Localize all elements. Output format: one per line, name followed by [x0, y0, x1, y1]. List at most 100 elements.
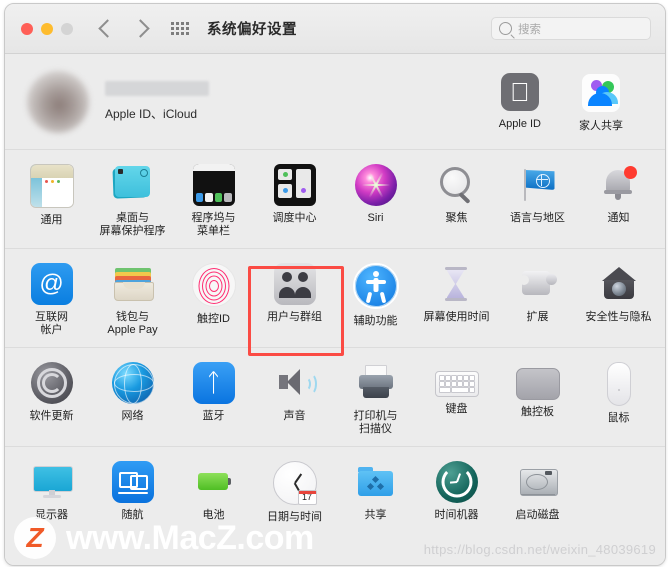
extensions-icon — [517, 263, 559, 305]
pane-wallet-applepay[interactable]: 钱包与 Apple Pay — [92, 261, 173, 337]
mission-control-icon — [273, 164, 316, 206]
users-groups-icon — [273, 263, 316, 305]
pane-date-time[interactable]: 17 日期与时间 — [254, 459, 335, 524]
zoom-button[interactable] — [61, 22, 73, 35]
search-field[interactable]: 搜索 — [491, 17, 651, 40]
time-machine-icon — [435, 461, 478, 503]
section-accounts: @ 互联网 帐户 钱包与 Apple Pay 触控ID 用户与群组 辅助功能 屏… — [5, 249, 665, 348]
pane-label: 显示器 — [35, 509, 68, 521]
pane-label: 时间机器 — [434, 509, 479, 521]
pane-dock-menubar[interactable]: 程序坞与 菜单栏 — [173, 162, 254, 238]
pane-screen-time[interactable]: 屏幕使用时间 — [416, 261, 497, 337]
keyboard-icon — [434, 371, 479, 397]
pane-internet-accounts[interactable]: @ 互联网 帐户 — [11, 261, 92, 337]
pane-mouse[interactable]: 鼠标 — [578, 360, 659, 436]
trackpad-icon — [515, 368, 560, 400]
page-title: 系统偏好设置 — [207, 22, 297, 38]
pane-keyboard[interactable]: 键盘 — [416, 360, 497, 436]
pane-desktop-screensaver[interactable]: 桌面与 屏幕保护程序 — [92, 162, 173, 238]
siri-icon — [354, 164, 397, 206]
pane-label: 声音 — [283, 410, 306, 422]
battery-icon — [193, 461, 235, 503]
pane-language-region[interactable]: 语言与地区 — [497, 162, 578, 238]
pane-family-sharing[interactable]: 家人共享 — [579, 71, 623, 133]
pane-label: 扩展 — [526, 311, 549, 323]
calendar-date: 17 — [297, 490, 317, 505]
section-hardware: 软件更新 网络 ᛏ 蓝牙 声音 打印机与 扫描仪 键盘 触控板 鼠标 — [5, 348, 665, 447]
pane-empty-slot — [578, 459, 659, 524]
pane-label: 屏幕使用时间 — [423, 311, 490, 323]
security-privacy-icon — [598, 263, 640, 305]
pane-accessibility[interactable]: 辅助功能 — [335, 261, 416, 337]
pane-label: 随航 — [121, 509, 144, 521]
pane-label: 键盘 — [445, 403, 468, 415]
pane-label: 桌面与 屏幕保护程序 — [99, 212, 166, 237]
pane-extensions[interactable]: 扩展 — [497, 261, 578, 337]
notifications-icon — [598, 164, 640, 206]
pane-label: 互联网 帐户 — [35, 311, 68, 336]
software-update-icon — [30, 362, 73, 404]
screenshot-root: 系统偏好设置 搜索 Apple ID、iCloud  Apple ID — [0, 0, 668, 567]
pane-label: 钱包与 Apple Pay — [107, 311, 158, 336]
desktop-screensaver-icon — [111, 164, 154, 206]
pane-label: 家人共享 — [579, 119, 623, 132]
mouse-icon — [606, 362, 631, 406]
pane-general[interactable]: 通用 — [11, 162, 92, 238]
window-titlebar: 系统偏好设置 搜索 — [5, 4, 665, 54]
apple-id-banner[interactable]: Apple ID、iCloud  Apple ID 家人共享 — [5, 54, 665, 150]
pane-trackpad[interactable]: 触控板 — [497, 360, 578, 436]
pane-siri[interactable]: Siri — [335, 162, 416, 238]
pane-sound[interactable]: 声音 — [254, 360, 335, 436]
pane-label: 调度中心 — [272, 212, 317, 224]
pane-bluetooth[interactable]: ᛏ 蓝牙 — [173, 360, 254, 436]
pane-startup-disk[interactable]: 启动磁盘 — [497, 459, 578, 524]
pane-label: 网络 — [121, 410, 144, 422]
pane-touch-id[interactable]: 触控ID — [173, 261, 254, 337]
pane-label: 辅助功能 — [353, 315, 398, 327]
close-button[interactable] — [21, 22, 33, 35]
pane-label: 通用 — [40, 214, 63, 226]
family-sharing-icon — [581, 72, 621, 113]
language-region-icon — [517, 164, 559, 206]
search-icon — [499, 22, 512, 35]
pane-grid: 软件更新 网络 ᛏ 蓝牙 声音 打印机与 扫描仪 键盘 触控板 鼠标 — [5, 360, 665, 436]
show-all-grid-icon[interactable] — [171, 22, 189, 35]
account-tile-group:  Apple ID 家人共享 — [499, 71, 665, 133]
accessibility-icon — [352, 263, 399, 309]
screen-time-icon — [436, 263, 478, 305]
touch-id-icon — [191, 263, 236, 307]
dock-menubar-icon — [192, 164, 235, 206]
search-placeholder: 搜索 — [518, 23, 541, 36]
pane-apple-id[interactable]:  Apple ID — [499, 71, 541, 133]
pane-users-groups[interactable]: 用户与群组 — [254, 261, 335, 337]
pane-label: 通知 — [607, 212, 630, 224]
pane-notifications[interactable]: 通知 — [578, 162, 659, 238]
apple-logo-icon:  — [500, 72, 539, 111]
pane-label: 打印机与 扫描仪 — [353, 410, 398, 435]
pane-sidecar[interactable]: 随航 — [92, 459, 173, 524]
pane-sharing[interactable]: 共享 — [335, 459, 416, 524]
preferences-content: Apple ID、iCloud  Apple ID 家人共享 — [5, 54, 665, 565]
sharing-icon — [355, 461, 397, 503]
back-icon[interactable] — [98, 19, 117, 38]
pane-label: 聚焦 — [445, 212, 468, 224]
pane-mission-control[interactable]: 调度中心 — [254, 162, 335, 238]
pane-printers-scanners[interactable]: 打印机与 扫描仪 — [335, 360, 416, 436]
pane-time-machine[interactable]: 时间机器 — [416, 459, 497, 524]
navigation-arrows — [98, 19, 150, 38]
spotlight-icon — [436, 164, 478, 206]
pane-security-privacy[interactable]: 安全性与隐私 — [578, 261, 659, 337]
pane-battery[interactable]: 电池 — [173, 459, 254, 524]
account-subtitle: Apple ID、iCloud — [105, 107, 198, 121]
pane-displays[interactable]: 显示器 — [11, 459, 92, 524]
system-preferences-window: 系统偏好设置 搜索 Apple ID、iCloud  Apple ID — [4, 3, 666, 566]
displays-icon — [31, 461, 73, 503]
minimize-button[interactable] — [41, 22, 53, 35]
forward-icon[interactable] — [131, 19, 150, 38]
pane-software-update[interactable]: 软件更新 — [11, 360, 92, 436]
notification-badge — [623, 166, 637, 179]
pane-label: 共享 — [364, 509, 387, 521]
pane-label: Apple ID — [498, 117, 541, 130]
pane-spotlight[interactable]: 聚焦 — [416, 162, 497, 238]
pane-network[interactable]: 网络 — [92, 360, 173, 436]
